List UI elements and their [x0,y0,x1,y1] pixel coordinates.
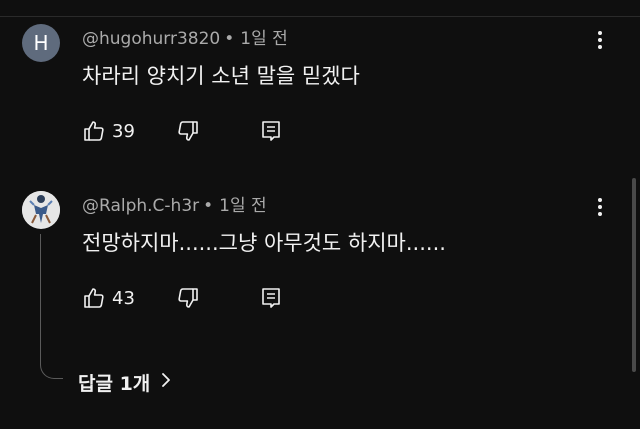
comment-meta: @hugohurr3820 • 1일 전 [82,24,288,49]
more-options-button[interactable] [588,195,612,219]
more-vertical-icon [598,31,602,35]
dislike-button[interactable] [176,285,200,311]
avatar[interactable]: H [22,24,60,62]
reply-icon [260,119,282,143]
reply-button[interactable] [260,285,282,311]
chevron-right-icon [160,371,172,394]
comment-text: 전망하지마......그냥 아무것도 하지마...... [82,231,446,255]
avatar[interactable] [22,191,60,229]
comment-time[interactable]: 1일 전 [240,29,288,49]
top-divider [0,16,640,17]
like-count: 43 [112,287,135,309]
thumbs-down-icon [176,286,200,310]
author-name[interactable]: @Ralph.C-h3r [82,196,199,216]
like-count: 39 [112,120,135,142]
meta-separator: • [203,196,214,216]
meta-separator: • [224,29,235,49]
avatar-letter: H [33,31,49,55]
thumbs-up-icon [82,286,106,310]
thread-connector-line [40,234,63,379]
more-vertical-icon [598,198,602,202]
replies-label: 답글 1개 [78,372,151,395]
scrollbar[interactable] [632,178,636,372]
comment-meta: @Ralph.C-h3r • 1일 전 [82,191,267,216]
view-replies-button[interactable]: 답글 1개 [78,368,172,396]
thumbs-down-icon [176,119,200,143]
comment-text: 차라리 양치기 소년 말을 믿겠다 [82,64,360,88]
comment-time[interactable]: 1일 전 [219,196,267,216]
reply-icon [260,286,282,310]
dislike-button[interactable] [176,118,200,144]
like-button[interactable]: 43 [82,285,135,311]
more-options-button[interactable] [588,28,612,52]
author-name[interactable]: @hugohurr3820 [82,29,220,49]
like-button[interactable]: 39 [82,118,135,144]
figure-avatar-icon [22,191,60,229]
thumbs-up-icon [82,119,106,143]
reply-button[interactable] [260,118,282,144]
